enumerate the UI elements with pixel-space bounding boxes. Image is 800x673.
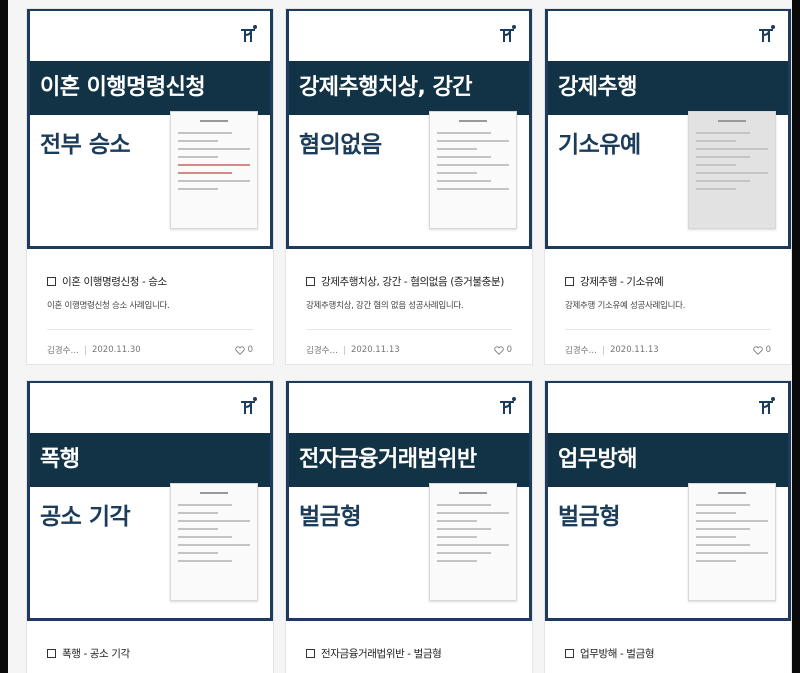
- case-type-banner: 이혼 이행명령신청: [30, 61, 270, 115]
- case-type-banner: 전자금융거래법위반: [289, 433, 529, 487]
- like-count: 0: [765, 345, 771, 355]
- case-type-banner: 업무방해: [548, 433, 788, 487]
- post-thumbnail[interactable]: 폭행 공소 기각: [27, 381, 273, 621]
- case-result-text: 벌금형: [299, 504, 361, 530]
- post-title[interactable]: 업무방해 - 벌금형: [565, 646, 771, 661]
- post-grid: 이혼 이행명령신청 전부 승소 이혼 이행명령신청 - 승소 이혼 이행명령신청…: [8, 0, 792, 673]
- post-thumbnail[interactable]: 전자금융거래법위반 벌금형: [286, 381, 532, 621]
- court-document-image: [429, 483, 517, 601]
- checkbox-icon: [47, 277, 56, 286]
- heart-icon: [752, 345, 763, 355]
- firm-logo-icon: [500, 397, 516, 414]
- post-title[interactable]: 폭행 - 공소 기각: [47, 646, 253, 661]
- post-card[interactable]: 이혼 이행명령신청 전부 승소 이혼 이행명령신청 - 승소 이혼 이행명령신청…: [26, 8, 274, 365]
- checkbox-icon: [306, 277, 315, 286]
- checkbox-icon: [306, 649, 315, 658]
- like-button[interactable]: 0: [752, 345, 771, 355]
- case-result-text: 기소유예: [558, 132, 641, 158]
- post-description: 이혼 이행명령신청 승소 사례입니다.: [47, 301, 170, 311]
- like-count: 0: [247, 345, 253, 355]
- firm-logo-icon: [500, 25, 516, 42]
- like-count: 0: [506, 345, 512, 355]
- court-document-image: [688, 483, 776, 601]
- post-card[interactable]: 강제추행치상, 강간 혐의없음 강제추행치상, 강간 - 혐의없음 (증거불충분…: [285, 8, 533, 365]
- post-date: 2020.11.13: [350, 345, 400, 355]
- checkbox-icon: [47, 649, 56, 658]
- post-title[interactable]: 강제추행치상, 강간 - 혐의없음 (증거불충분): [306, 274, 512, 289]
- firm-logo-icon: [241, 397, 257, 414]
- author-name: 김경수…: [306, 346, 338, 356]
- like-button[interactable]: 0: [234, 345, 253, 355]
- case-type-banner: 강제추행: [548, 61, 788, 115]
- post-date: 2020.11.30: [91, 345, 141, 355]
- court-document-image: [170, 111, 258, 229]
- heart-icon: [234, 345, 245, 355]
- checkbox-icon: [565, 277, 574, 286]
- firm-logo-icon: [759, 25, 775, 42]
- like-button[interactable]: 0: [493, 345, 512, 355]
- case-result-text: 전부 승소: [40, 132, 131, 158]
- post-footer: 김경수… 2020.11.30 0: [47, 344, 253, 356]
- divider: [47, 329, 253, 330]
- post-title[interactable]: 강제추행 - 기소유예: [565, 274, 771, 289]
- post-title[interactable]: 이혼 이행명령신청 - 승소: [47, 274, 253, 289]
- post-footer: 김경수… 2020.11.13 0: [306, 344, 512, 356]
- author-name: 김경수…: [47, 346, 79, 356]
- checkbox-icon: [565, 649, 574, 658]
- post-thumbnail[interactable]: 강제추행 기소유예: [545, 9, 791, 249]
- case-type-banner: 폭행: [30, 433, 270, 487]
- court-document-image: [688, 111, 776, 229]
- case-type-banner: 강제추행치상, 강간: [289, 61, 529, 115]
- post-card[interactable]: 폭행 공소 기각 폭행 - 공소 기각: [26, 380, 274, 673]
- post-thumbnail[interactable]: 이혼 이행명령신청 전부 승소: [27, 9, 273, 249]
- author-name: 김경수…: [565, 346, 597, 356]
- post-thumbnail[interactable]: 강제추행치상, 강간 혐의없음: [286, 9, 532, 249]
- court-document-image: [429, 111, 517, 229]
- post-thumbnail[interactable]: 업무방해 벌금형: [545, 381, 791, 621]
- post-card[interactable]: 전자금융거래법위반 벌금형 전자금융거래법위반 - 벌금형: [285, 380, 533, 673]
- post-card[interactable]: 업무방해 벌금형 업무방해 - 벌금형: [544, 380, 792, 673]
- post-description: 강제추행치상, 강간 혐의 없음 성공사례입니다.: [306, 301, 464, 311]
- firm-logo-icon: [241, 25, 257, 42]
- firm-logo-icon: [759, 397, 775, 414]
- case-result-text: 혐의없음: [299, 132, 382, 158]
- post-card[interactable]: 강제추행 기소유예 강제추행 - 기소유예 강제추행 기소유예 성공사례입니다.…: [544, 8, 792, 365]
- divider: [565, 329, 771, 330]
- divider: [306, 329, 512, 330]
- court-document-image: [170, 483, 258, 601]
- case-result-text: 공소 기각: [40, 504, 131, 530]
- post-footer: 김경수… 2020.11.13 0: [565, 344, 771, 356]
- post-date: 2020.11.13: [609, 345, 659, 355]
- post-description: 강제추행 기소유예 성공사례입니다.: [565, 301, 686, 311]
- case-result-text: 벌금형: [558, 504, 620, 530]
- heart-icon: [493, 345, 504, 355]
- post-title[interactable]: 전자금융거래법위반 - 벌금형: [306, 646, 512, 661]
